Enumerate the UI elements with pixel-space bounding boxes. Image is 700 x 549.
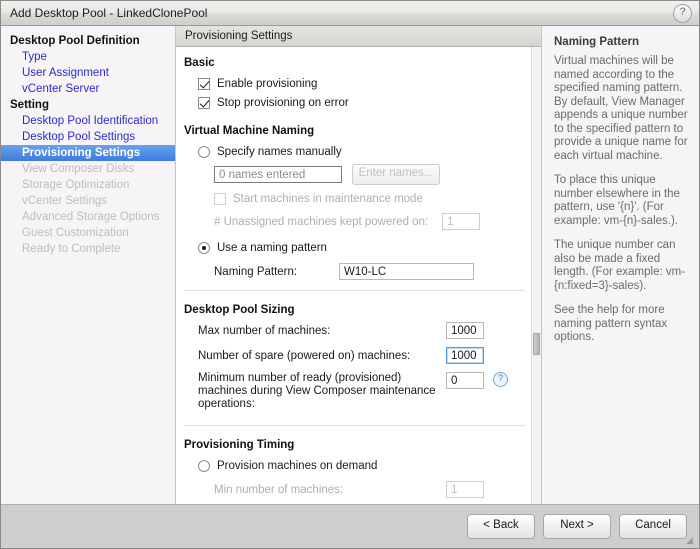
maintenance-mode-label: Start machines in maintenance mode <box>233 193 423 205</box>
naming-pattern-input[interactable] <box>339 263 474 280</box>
enable-provisioning-label: Enable provisioning <box>217 78 317 90</box>
wizard-steps-sidebar: Desktop Pool Definition Type User Assign… <box>1 26 176 504</box>
settings-scroll-area: Basic Enable provisioning Stop provision… <box>176 47 541 504</box>
enable-provisioning-row[interactable]: Enable provisioning <box>198 74 541 93</box>
provision-on-demand-row[interactable]: Provision machines on demand <box>198 456 541 475</box>
dialog-footer: < Back Next > Cancel ◢ <box>1 504 699 548</box>
max-machines-input[interactable] <box>446 322 484 339</box>
help-paragraph: To place this unique number elsewhere in… <box>554 174 688 228</box>
unassigned-powered-on-label: # Unassigned machines kept powered on: <box>214 216 428 228</box>
sidebar-item-provisioning-settings[interactable]: Provisioning Settings <box>1 145 175 161</box>
max-machines-row: Max number of machines: <box>198 321 541 340</box>
provision-on-demand-label: Provision machines on demand <box>217 460 377 472</box>
settings-scrollbar[interactable] <box>531 47 541 504</box>
specify-names-manually-radio[interactable] <box>198 146 210 158</box>
title-bar: Add Desktop Pool - LinkedClonePool ? <box>1 1 699 26</box>
max-machines-label: Max number of machines: <box>198 325 446 337</box>
min-machines-label: Min number of machines: <box>214 484 446 496</box>
add-desktop-pool-dialog: Add Desktop Pool - LinkedClonePool ? Des… <box>0 0 700 549</box>
settings-panel: Provisioning Settings Basic Enable provi… <box>176 26 542 504</box>
spare-machines-row: Number of spare (powered on) machines: <box>198 346 541 365</box>
min-ready-machines-label: Minimum number of ready (provisioned) ma… <box>198 372 446 411</box>
sidebar-item-view-composer-disks: View Composer Disks <box>1 161 175 177</box>
divider-after-sizing <box>184 425 525 426</box>
naming-pattern-label: Naming Pattern: <box>214 266 339 278</box>
unassigned-powered-on-input <box>442 213 480 230</box>
dialog-body: Desktop Pool Definition Type User Assign… <box>1 26 699 504</box>
specify-names-manually-row[interactable]: Specify names manually <box>198 142 541 161</box>
names-entered-input[interactable] <box>214 166 342 183</box>
divider-after-naming <box>184 290 525 291</box>
unassigned-powered-on-row: # Unassigned machines kept powered on: <box>214 212 541 231</box>
sidebar-item-ready-to-complete: Ready to Complete <box>1 241 175 257</box>
use-naming-pattern-label: Use a naming pattern <box>217 242 327 254</box>
maintenance-mode-row[interactable]: Start machines in maintenance mode <box>214 189 541 208</box>
enable-provisioning-checkbox[interactable] <box>198 78 210 90</box>
use-naming-pattern-radio[interactable] <box>198 242 210 254</box>
stop-provisioning-on-error-label: Stop provisioning on error <box>217 97 349 109</box>
help-title: Naming Pattern <box>554 36 688 48</box>
use-naming-pattern-row[interactable]: Use a naming pattern <box>198 238 541 257</box>
help-paragraph: See the help for more naming pattern syn… <box>554 304 688 345</box>
spare-machines-input[interactable] <box>446 347 484 364</box>
min-machines-row: Min number of machines: <box>214 480 541 499</box>
sidebar-item-vcenter-server[interactable]: vCenter Server <box>1 81 175 97</box>
sidebar-item-advanced-storage-options: Advanced Storage Options <box>1 209 175 225</box>
back-button[interactable]: < Back <box>467 514 535 539</box>
stop-provisioning-on-error-checkbox[interactable] <box>198 97 210 109</box>
min-ready-machines-row: Minimum number of ready (provisioned) ma… <box>198 372 541 411</box>
sidebar-item-type[interactable]: Type <box>1 49 175 65</box>
resize-grip-icon[interactable]: ◢ <box>686 536 696 546</box>
provision-on-demand-radio[interactable] <box>198 460 210 472</box>
min-machines-input <box>446 481 484 498</box>
section-title-virtual-machine-naming: Virtual Machine Naming <box>184 125 541 137</box>
sidebar-item-desktop-pool-settings[interactable]: Desktop Pool Settings <box>1 129 175 145</box>
sidebar-item-user-assignment[interactable]: User Assignment <box>1 65 175 81</box>
specify-names-manually-label: Specify names manually <box>217 146 342 158</box>
stop-provisioning-row[interactable]: Stop provisioning on error <box>198 93 541 112</box>
sidebar-heading-setting: Setting <box>1 97 175 113</box>
sidebar-item-desktop-pool-identification[interactable]: Desktop Pool Identification <box>1 113 175 129</box>
question-circle-icon[interactable]: ? <box>493 372 508 387</box>
help-paragraph: The unique number can also be made a fix… <box>554 239 688 293</box>
help-paragraph: Virtual machines will be named according… <box>554 55 688 163</box>
naming-pattern-row: Naming Pattern: <box>214 262 541 281</box>
question-circle-icon[interactable]: ? <box>673 4 692 23</box>
panel-header: Provisioning Settings <box>176 26 541 47</box>
maintenance-mode-checkbox[interactable] <box>214 193 226 205</box>
spare-machines-label: Number of spare (powered on) machines: <box>198 350 446 362</box>
sidebar-heading-desktop-pool-definition: Desktop Pool Definition <box>1 33 175 49</box>
next-button[interactable]: Next > <box>543 514 611 539</box>
names-entered-row: Enter names... <box>214 164 541 185</box>
sidebar-item-vcenter-settings: vCenter Settings <box>1 193 175 209</box>
section-title-basic: Basic <box>184 57 541 69</box>
section-title-provisioning-timing: Provisioning Timing <box>184 439 541 451</box>
scrollbar-thumb[interactable] <box>533 333 540 355</box>
enter-names-button: Enter names... <box>352 164 440 185</box>
window-title: Add Desktop Pool - LinkedClonePool <box>10 6 673 20</box>
cancel-button[interactable]: Cancel <box>619 514 687 539</box>
sidebar-item-guest-customization: Guest Customization <box>1 225 175 241</box>
section-title-desktop-pool-sizing: Desktop Pool Sizing <box>184 304 541 316</box>
context-help-panel: Naming Pattern Virtual machines will be … <box>542 26 699 504</box>
sidebar-item-storage-optimization: Storage Optimization <box>1 177 175 193</box>
min-ready-machines-input[interactable] <box>446 372 484 389</box>
